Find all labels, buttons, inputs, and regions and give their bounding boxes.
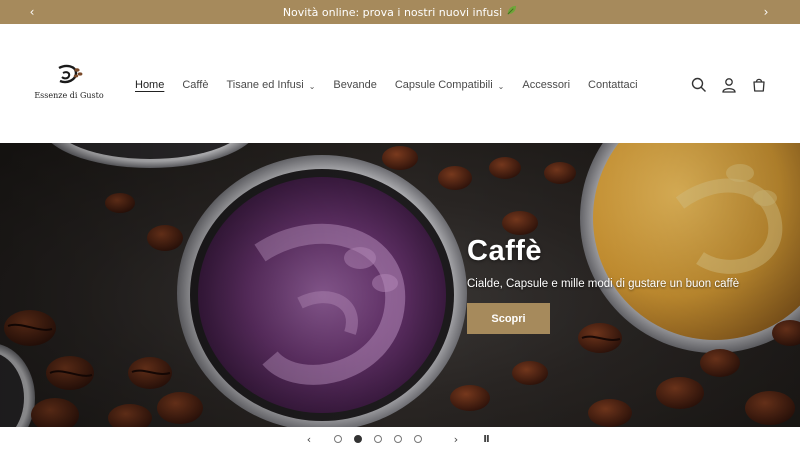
header-icons <box>691 76 767 94</box>
user-icon[interactable] <box>721 77 737 93</box>
slider-next-button[interactable]: › <box>448 431 464 447</box>
slider-dot[interactable] <box>374 435 382 443</box>
slider-dot[interactable] <box>334 435 342 443</box>
site-header: Essenze di Gusto Home Caffè Tisane ed Infu… <box>0 24 800 143</box>
nav-item-label: Bevande <box>333 79 377 91</box>
announcement-next-button[interactable]: › <box>754 0 778 24</box>
leaf-icon <box>506 5 517 19</box>
slider-dot[interactable] <box>394 435 402 443</box>
site-logo[interactable]: Essenze di Gusto <box>30 62 108 106</box>
nav-item-accessori[interactable]: Accessori <box>522 79 570 91</box>
coffee-cup-logo-icon <box>58 64 83 84</box>
slider-prev-button[interactable]: ‹ <box>301 431 317 447</box>
main-nav: Home Caffè Tisane ed Infusi ⌄ Bevande Capsule… <box>135 76 656 94</box>
cart-icon[interactable] <box>751 77 767 93</box>
announcement-text: Novità online: prova i nostri nuovi infu… <box>282 5 503 19</box>
nav-item-caff[interactable]: Caffè <box>182 79 208 91</box>
nav-item-home[interactable]: Home <box>135 79 164 91</box>
nav-item-bevande[interactable]: Bevande <box>333 79 376 91</box>
discover-button[interactable]: Scopri <box>467 303 550 334</box>
nav-item-label: Caffè <box>182 79 209 91</box>
nav-item-label: Home <box>135 79 165 91</box>
search-icon[interactable] <box>691 77 707 93</box>
chevron-down-icon: ⌄ <box>497 81 505 91</box>
hero-content: Caffè Cialde, Capsule e mille modi di gu… <box>467 235 739 334</box>
nav-item-tisane-ed-infusi[interactable]: Tisane ed Infusi ⌄ <box>226 79 315 91</box>
slider-dot[interactable] <box>354 435 362 443</box>
chevron-down-icon: ⌄ <box>308 81 316 91</box>
nav-item-capsule-compatibili[interactable]: Capsule Compatibili ⌄ <box>395 79 505 91</box>
nav-item-label: Capsule Compatibili <box>394 79 493 91</box>
hero-banner: Caffè Cialde, Capsule e mille modi di gu… <box>0 143 800 427</box>
slider-pause-button[interactable]: II <box>478 431 494 447</box>
nav-item-label: Accessori <box>522 79 571 91</box>
nav-item-contattaci[interactable]: Contattaci <box>588 79 638 91</box>
nav-item-label: Contattaci <box>588 79 638 91</box>
announcement-bar: ‹ Novità online: prova i nostri nuovi in… <box>0 0 800 24</box>
slider-dot[interactable] <box>414 435 422 443</box>
nav-item-label: Tisane ed Infusi <box>226 79 304 91</box>
logo-text: Essenze di Gusto <box>34 91 104 100</box>
slider-controls: ‹ › II <box>0 427 800 450</box>
announcement-prev-button[interactable]: ‹ <box>20 0 44 24</box>
hero-subtitle: Cialde, Capsule e mille modi di gustare … <box>467 278 740 290</box>
slider-dots <box>334 435 422 443</box>
hero-title: Caffè <box>467 235 543 267</box>
